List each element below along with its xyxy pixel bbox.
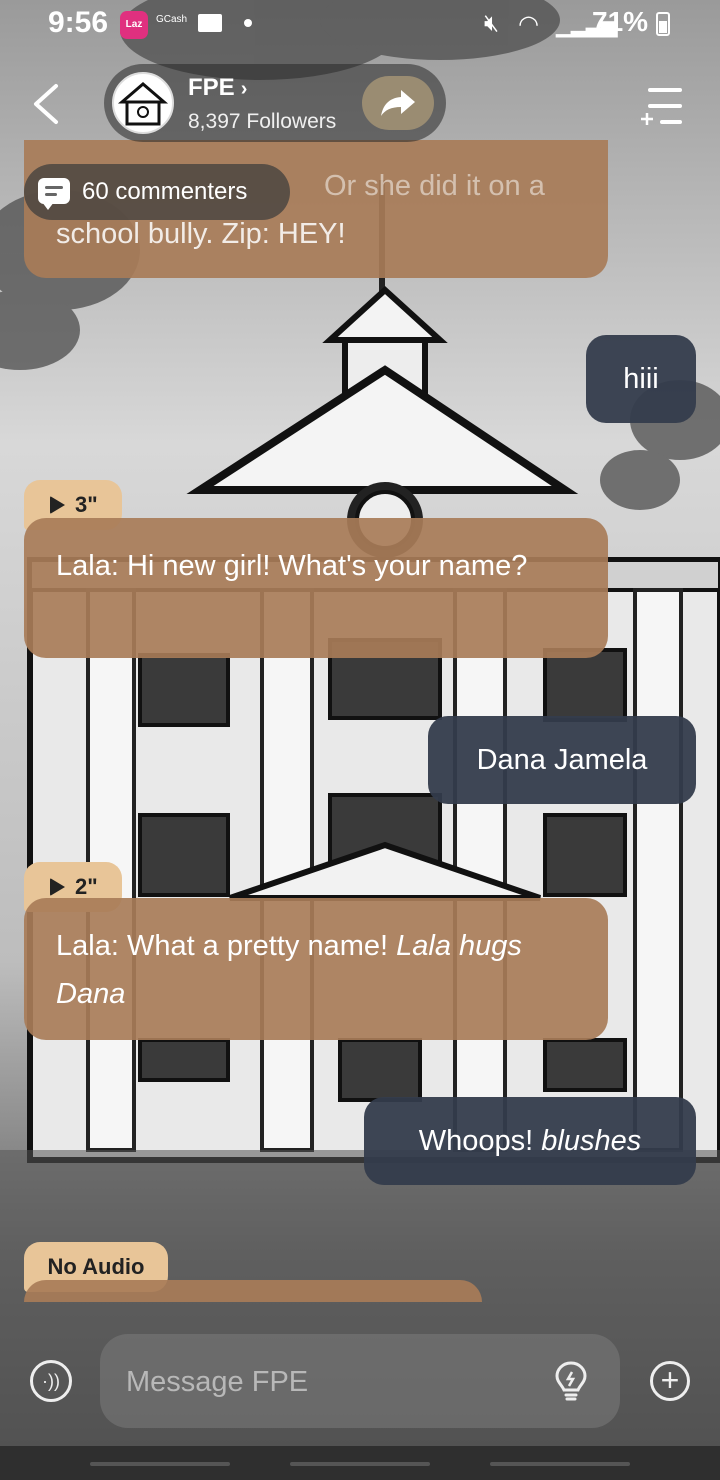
- voice-button[interactable]: ·)): [30, 1360, 72, 1402]
- profile-header[interactable]: FPE › 8,397 Followers: [104, 64, 446, 142]
- nav-back[interactable]: [490, 1462, 630, 1466]
- message-text-partial: Or she did it on a: [324, 170, 545, 202]
- play-icon: [50, 496, 65, 514]
- menu-icon[interactable]: [640, 86, 682, 126]
- followers-count: 8,397 Followers: [188, 110, 337, 133]
- plus-button[interactable]: +: [650, 1361, 690, 1401]
- chevron-right-icon: ›: [240, 78, 248, 100]
- lazada-notification-icon: Laz: [120, 11, 148, 39]
- chevron-left-icon: [34, 84, 58, 124]
- message-input-container[interactable]: [100, 1334, 620, 1428]
- bot-message-loading: [24, 1280, 482, 1302]
- notification-dot-icon: [244, 19, 252, 27]
- bot-message: Lala: Hi new girl! What's your name?: [24, 518, 608, 658]
- message-input[interactable]: [124, 1358, 528, 1406]
- share-button[interactable]: [362, 76, 434, 130]
- message-text: Dana Jamela: [476, 744, 648, 776]
- nav-home[interactable]: [290, 1462, 430, 1466]
- nav-recents[interactable]: [90, 1462, 230, 1466]
- audio-duration: 2": [75, 874, 98, 899]
- commenters-button[interactable]: 60 commenters: [24, 164, 290, 220]
- play-icon: [50, 878, 65, 896]
- channel-name[interactable]: FPE ›: [188, 74, 247, 102]
- system-navigation-bar: [0, 1446, 720, 1480]
- commenters-label: 60 commenters: [82, 178, 248, 205]
- user-message: hiii: [586, 335, 696, 423]
- message-text: Lala: Hi new girl! What's your name?: [56, 550, 528, 582]
- gcash-notification-icon: GCash: [156, 14, 188, 25]
- user-message: Whoops! blushes: [364, 1097, 696, 1185]
- message-text: Whoops!: [418, 1125, 542, 1157]
- bot-message: Lala: What a pretty name! Lala hugs Dana: [24, 898, 608, 1040]
- user-message: Dana Jamela: [428, 716, 696, 804]
- comment-icon: [38, 178, 70, 204]
- share-arrow-icon: [381, 90, 415, 116]
- avatar[interactable]: [112, 72, 174, 134]
- no-audio-label: No Audio: [47, 1254, 145, 1279]
- status-bar: 9:56 Laz GCash 🔇︎ ◠ ▁▂▃▅ 71%: [0, 0, 720, 52]
- plus-icon: +: [660, 1362, 680, 1398]
- message-action-text: blushes: [541, 1125, 642, 1157]
- voice-icon: ·)): [42, 1371, 60, 1391]
- wifi-icon: ◠: [518, 11, 539, 38]
- message-text: hiii: [623, 363, 659, 395]
- battery-icon: [656, 12, 670, 36]
- channel-name-text: FPE: [188, 74, 235, 101]
- message-text: Lala: What a pretty name!: [56, 930, 397, 962]
- folder-icon: [198, 14, 222, 32]
- status-time: 9:56: [48, 6, 109, 39]
- mute-icon: 🔇︎: [484, 10, 500, 37]
- lightbulb-icon[interactable]: [554, 1360, 588, 1402]
- back-button[interactable]: [30, 82, 60, 135]
- audio-duration: 3": [75, 492, 98, 517]
- battery-percent: 71%: [592, 6, 649, 37]
